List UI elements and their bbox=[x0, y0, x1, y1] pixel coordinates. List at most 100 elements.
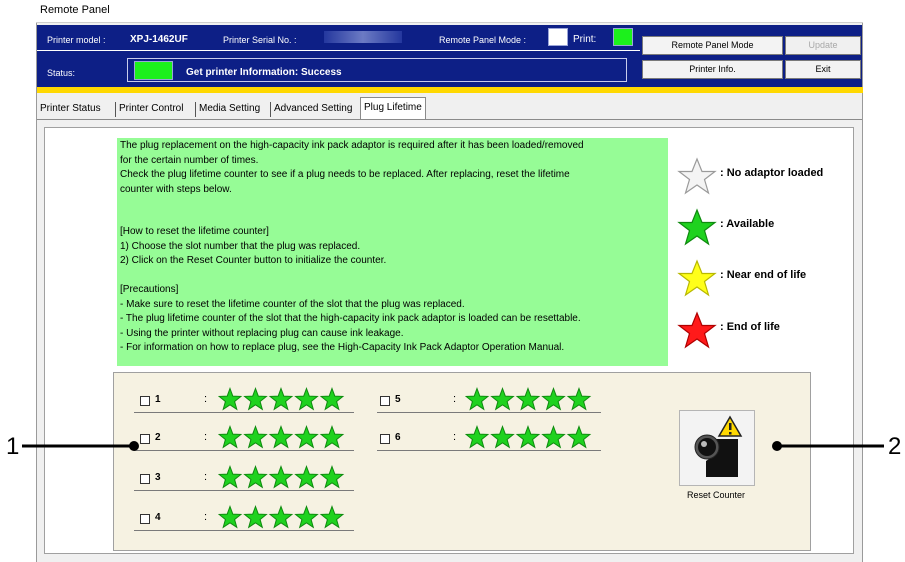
lifetime-star bbox=[218, 505, 243, 529]
lifetime-star bbox=[541, 387, 566, 411]
callout-2-pointer bbox=[772, 441, 884, 451]
slot-6-checkbox[interactable] bbox=[380, 434, 390, 444]
info-line: counter with steps below. bbox=[120, 183, 232, 195]
tab-advanced-setting[interactable]: Advanced Setting bbox=[274, 99, 352, 119]
lifetime-star bbox=[541, 425, 566, 449]
slot-row-4: 4 : bbox=[134, 505, 354, 531]
info-line: - For information on how to replace plug… bbox=[120, 342, 565, 353]
lifetime-star bbox=[268, 425, 294, 449]
lifetime-star bbox=[490, 387, 515, 411]
legend-star-end-of-life-icon bbox=[677, 311, 717, 349]
lifetime-star bbox=[243, 425, 268, 449]
legend-star-near-end-icon bbox=[677, 259, 717, 297]
slot-row-3: 3 : bbox=[134, 465, 354, 491]
slot-2-number: 2 bbox=[155, 432, 161, 443]
slot-row-5: 5 : bbox=[377, 387, 601, 413]
slot-1-checkbox[interactable] bbox=[140, 396, 150, 406]
lifetime-star bbox=[566, 387, 592, 411]
slot-6-lifetime-stars-icon bbox=[465, 425, 592, 449]
slot-5-colon: : bbox=[453, 393, 457, 405]
tab-bar: Printer Status Printer Control Media Set… bbox=[37, 97, 863, 121]
slot-4-number: 4 bbox=[155, 512, 161, 523]
printer-model-value: XPJ-1462UF bbox=[130, 34, 188, 45]
lifetime-star bbox=[268, 505, 294, 529]
exit-button[interactable]: Exit bbox=[785, 60, 861, 79]
remote-panel-mode-button[interactable]: Remote Panel Mode bbox=[642, 36, 783, 55]
remote-mode-label: Remote Panel Mode : bbox=[439, 35, 527, 45]
lifetime-star bbox=[319, 505, 345, 529]
status-frame-left bbox=[127, 58, 128, 82]
legend-near-end-label: : Near end of life bbox=[720, 269, 807, 281]
slot-row-underline bbox=[134, 412, 354, 413]
plug-warning-icon bbox=[694, 415, 743, 477]
slot-5-number: 5 bbox=[395, 394, 401, 405]
status-frame-top bbox=[127, 58, 626, 59]
tab-plug-lifetime[interactable]: Plug Lifetime bbox=[360, 97, 426, 121]
slot-row-6: 6 : bbox=[377, 425, 601, 451]
lifetime-star bbox=[294, 387, 319, 411]
slot-row-underline bbox=[377, 412, 601, 413]
slot-4-lifetime-stars-icon bbox=[218, 505, 345, 529]
print-label: Print: bbox=[573, 34, 597, 45]
lifetime-star bbox=[243, 387, 268, 411]
tab-separator bbox=[195, 102, 196, 117]
info-line: - The plug lifetime counter of the slot … bbox=[120, 313, 581, 324]
slot-row-1: 1 : bbox=[134, 387, 354, 413]
info-line: [How to reset the lifetime counter] bbox=[120, 226, 269, 237]
slot-5-lifetime-stars-icon bbox=[465, 387, 592, 411]
update-button[interactable]: Update bbox=[785, 36, 861, 55]
lifetime-star bbox=[243, 505, 268, 529]
header-accent-bar bbox=[37, 87, 863, 93]
slot-3-number: 3 bbox=[155, 472, 161, 483]
info-line: - Using the printer without replacing pl… bbox=[120, 327, 404, 339]
header-divider bbox=[37, 50, 640, 51]
slot-1-lifetime-stars-icon bbox=[218, 387, 345, 411]
legend-available-label: : Available bbox=[720, 218, 775, 230]
callout-1: 1 bbox=[6, 433, 20, 460]
lifetime-star bbox=[243, 465, 268, 489]
lifetime-star bbox=[515, 387, 541, 411]
slot-1-number: 1 bbox=[155, 394, 161, 405]
lifetime-star bbox=[465, 387, 490, 411]
tab-printer-status[interactable]: Printer Status bbox=[40, 99, 101, 119]
slot-row-2: 2 : bbox=[134, 425, 354, 451]
printer-header: Printer model : XPJ-1462UF Printer Seria… bbox=[37, 25, 640, 87]
callout-2: 2 bbox=[888, 433, 902, 460]
print-indicator bbox=[613, 28, 633, 46]
slot-2-lifetime-stars-icon bbox=[218, 425, 345, 449]
lifetime-star bbox=[294, 465, 319, 489]
info-line: [Precautions] bbox=[120, 284, 179, 295]
lifetime-star bbox=[490, 425, 515, 449]
lifetime-star bbox=[566, 425, 592, 449]
info-line: - Make sure to reset the lifetime counte… bbox=[120, 298, 465, 310]
slot-4-colon: : bbox=[204, 511, 208, 523]
header-buttons-area: Remote Panel Mode Update Printer Info. E… bbox=[640, 25, 862, 87]
reset-counter-label: Reset Counter bbox=[686, 490, 746, 500]
tab-media-setting[interactable]: Media Setting bbox=[199, 99, 260, 119]
slot-2-colon: : bbox=[204, 431, 208, 443]
lifetime-star bbox=[515, 425, 541, 449]
info-line: for the certain number of times. bbox=[120, 154, 259, 166]
status-message: Get printer Information: Success bbox=[186, 67, 342, 78]
lifetime-star bbox=[465, 425, 490, 449]
slot-5-checkbox[interactable] bbox=[380, 396, 390, 406]
lifetime-star bbox=[294, 505, 319, 529]
slot-row-underline bbox=[134, 450, 354, 451]
legend-no-adaptor-label: : No adaptor loaded bbox=[720, 167, 824, 179]
slot-row-underline bbox=[134, 490, 354, 491]
slot-4-checkbox[interactable] bbox=[140, 514, 150, 524]
title-bar: Remote Panel bbox=[36, 0, 863, 23]
slot-6-colon: : bbox=[453, 431, 457, 443]
lifetime-star bbox=[294, 425, 319, 449]
reset-counter-button[interactable] bbox=[679, 410, 755, 486]
status-label: Status: bbox=[47, 68, 76, 78]
info-line: The plug replacement on the high-capacit… bbox=[120, 140, 584, 151]
slot-row-underline bbox=[134, 530, 354, 531]
legend-star-available-icon bbox=[677, 208, 717, 246]
slot-3-colon: : bbox=[204, 471, 208, 483]
slot-3-checkbox[interactable] bbox=[140, 474, 150, 484]
legend-star-no-adaptor-icon bbox=[677, 157, 717, 195]
tab-printer-control[interactable]: Printer Control bbox=[119, 99, 183, 119]
printer-info-button[interactable]: Printer Info. bbox=[642, 60, 783, 79]
slot-3-lifetime-stars-icon bbox=[218, 465, 345, 489]
